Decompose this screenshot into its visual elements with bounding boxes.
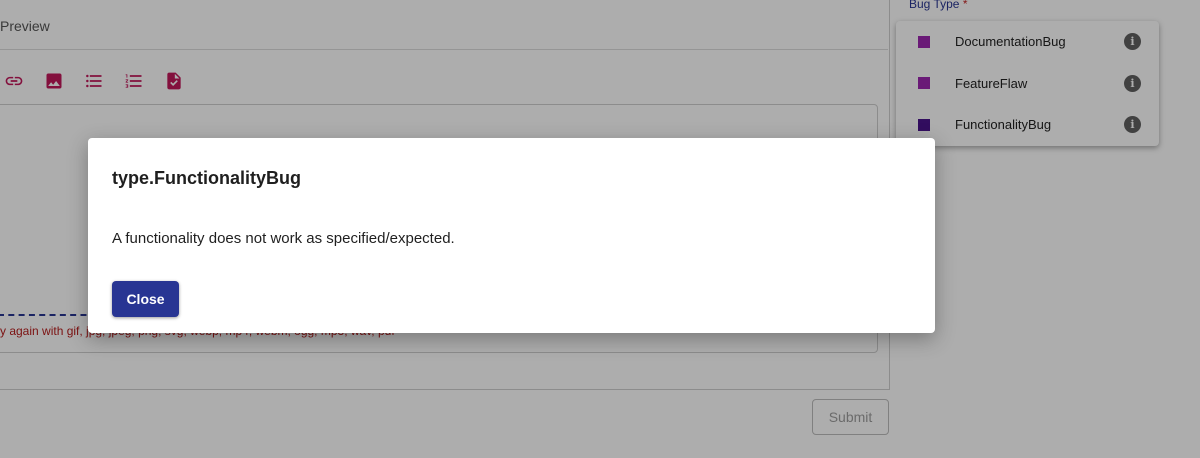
dialog-description: A functionality does not work as specifi…: [112, 230, 455, 247]
dialog-title: type.FunctionalityBug: [112, 168, 301, 188]
bug-type-info-dialog: type.FunctionalityBug A functionality do…: [88, 138, 935, 333]
close-button[interactable]: Close: [112, 281, 179, 317]
